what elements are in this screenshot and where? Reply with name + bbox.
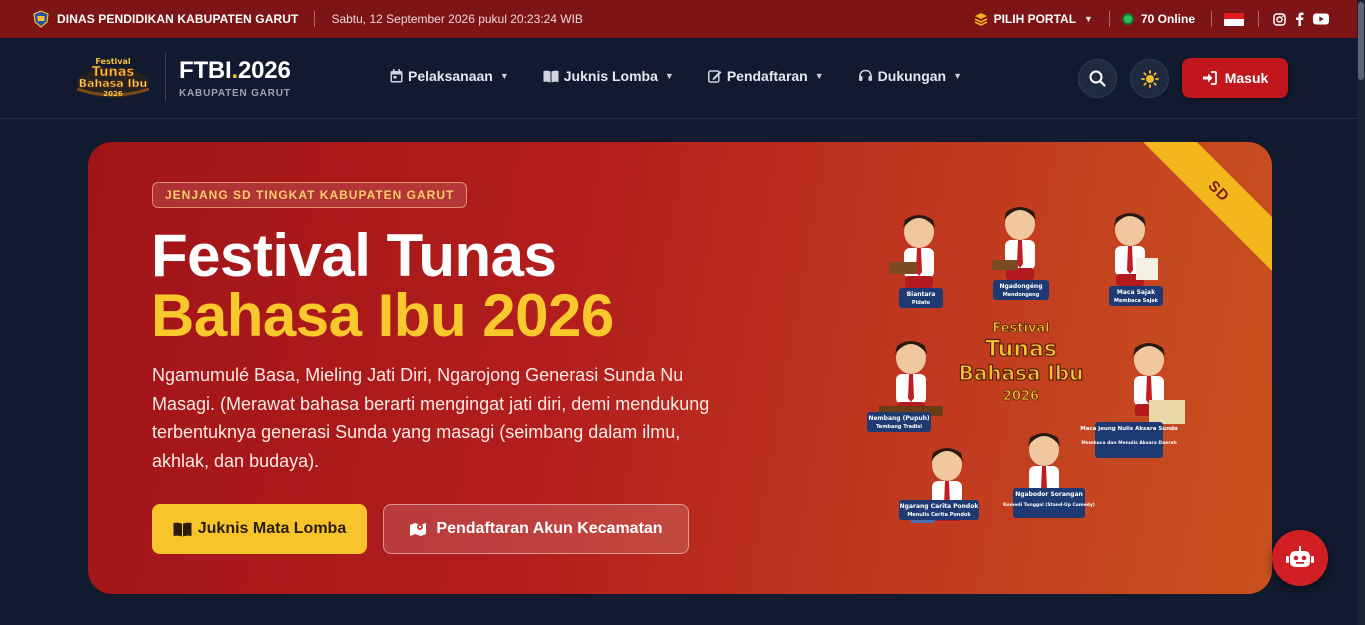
chevron-down-icon: ▼: [1084, 14, 1093, 24]
online-status-icon: [1121, 13, 1134, 25]
book-icon: [173, 522, 192, 536]
login-button[interactable]: Masuk: [1182, 58, 1288, 98]
label-aksara-sub: Membaca dan Menulis Aksara Daerah: [1081, 440, 1176, 446]
divider: [314, 11, 316, 27]
label-ngadongeng: Ngadongéng: [1000, 283, 1043, 290]
menu-label: Dukungan: [877, 68, 947, 84]
robot-icon: [1286, 546, 1314, 567]
menu-pendaftaran[interactable]: Pendaftaran ▼: [707, 68, 824, 84]
label-nembang: Nembang (Pupuh): [868, 415, 930, 422]
divider: [1108, 11, 1110, 27]
calendar-icon: [390, 69, 403, 83]
instagram-icon[interactable]: [1273, 12, 1286, 26]
menu-juknis-lomba[interactable]: Juknis Lomba ▼: [543, 68, 674, 84]
agency-name: DINAS PENDIDIKAN KABUPATEN GARUT: [57, 12, 299, 26]
label-carpon-sub: Menulis Cerita Pondok: [907, 512, 971, 518]
juknis-label: Juknis Mata Lomba: [197, 520, 347, 537]
headset-icon: [858, 69, 873, 83]
indonesia-flag-icon[interactable]: [1224, 12, 1244, 26]
theme-toggle-button[interactable]: [1130, 59, 1169, 98]
illus-tunas-text: Tunas: [985, 337, 1057, 362]
menu-label: Pendaftaran: [726, 68, 808, 84]
online-label: 70 Online: [1140, 12, 1195, 26]
login-label: Masuk: [1224, 70, 1269, 86]
festival-illustration: Festival Tunas Bahasa Ibu 2026 Biantara …: [867, 207, 1185, 523]
datetime-text: Sabtu, 12 September 2026 pukul 20:23:24 …: [331, 12, 583, 26]
label-maca-sajak: Maca Sajak: [1117, 289, 1156, 296]
label-ngabodor: Ngabodor Sorangan: [1015, 491, 1083, 498]
brand-title: FTBI.2026: [179, 57, 291, 84]
chevron-down-icon: ▼: [664, 71, 674, 81]
menu-pelaksanaan[interactable]: Pelaksanaan ▼: [390, 68, 509, 84]
facebook-icon[interactable]: [1295, 12, 1304, 26]
sign-in-icon: [1202, 71, 1217, 85]
label-biantara: Biantara: [907, 291, 936, 298]
social-links: [1273, 12, 1329, 26]
hero-title-line2: Bahasa Ibu 2026: [151, 282, 614, 349]
map-icon: [410, 523, 427, 536]
label-biantara-sub: Pidato: [912, 300, 931, 306]
illus-festival-text: Festival: [992, 321, 1049, 336]
youtube-icon[interactable]: [1313, 13, 1329, 25]
logo-divider: [165, 53, 166, 101]
register-district-button[interactable]: Pendaftaran Akun Kecamatan: [383, 504, 689, 554]
menu-dukungan[interactable]: Dukungan ▼: [858, 68, 962, 84]
logo-year-text: 2026: [103, 90, 123, 98]
portal-label: PILIH PORTAL: [993, 12, 1077, 26]
menu-label: Juknis Lomba: [563, 68, 658, 84]
layers-icon: [974, 13, 987, 26]
divider: [1258, 11, 1259, 27]
register-label: Pendaftaran Akun Kecamatan: [436, 520, 663, 537]
top-bar: DINAS PENDIDIKAN KABUPATEN GARUT Sabtu, …: [0, 0, 1357, 38]
edit-icon: [707, 69, 722, 83]
sun-icon: [1140, 69, 1159, 88]
scrollbar-thumb[interactable]: [1358, 2, 1364, 80]
search-button[interactable]: [1078, 59, 1117, 98]
chatbot-button[interactable]: [1272, 530, 1328, 586]
label-ngadongeng-sub: Mendongeng: [1003, 292, 1040, 298]
label-carpon: Ngarang Carita Pondok: [900, 503, 980, 510]
label-aksara: Maca jeung Nulis Aksara Sunda: [1080, 426, 1178, 432]
brand-block[interactable]: FTBI.2026 KABUPATEN GARUT: [179, 57, 291, 100]
illus-year-text: 2026: [1003, 389, 1039, 404]
chevron-down-icon: ▼: [499, 71, 509, 81]
crest-icon: [33, 10, 49, 28]
hero-description: Ngamumulé Basa, Mieling Jati Diri, Ngaro…: [152, 365, 710, 471]
hero-title-line1: Festival Tunas: [151, 222, 557, 289]
online-counter: 70 Online: [1121, 12, 1195, 26]
juknis-button[interactable]: Juknis Mata Lomba: [152, 504, 367, 554]
scrollbar[interactable]: [1357, 0, 1365, 625]
ftbi-logo[interactable]: Festival Tunas Bahasa Ibu 2026: [73, 55, 153, 101]
divider: [1211, 11, 1212, 27]
main-menu: Pelaksanaan ▼ Juknis Lomba ▼ Pendaftaran…: [390, 68, 996, 84]
search-icon: [1089, 70, 1106, 87]
chevron-down-icon: ▼: [814, 71, 824, 81]
illus-bahasa-text: Bahasa Ibu: [959, 361, 1084, 385]
book-icon: [543, 70, 559, 83]
portal-dropdown[interactable]: PILIH PORTAL ▼: [974, 12, 1093, 26]
menu-label: Pelaksanaan: [408, 68, 493, 84]
label-ngabodor-sub: Komedi Tunggal (Stand-Up Comedy): [1003, 502, 1095, 508]
label-maca-sajak-sub: Membaca Sajak: [1114, 298, 1159, 304]
chevron-down-icon: ▼: [953, 71, 963, 81]
label-nembang-sub: Tembang Tradisi: [876, 424, 922, 430]
brand-subtitle: KABUPATEN GARUT: [179, 88, 291, 99]
level-badge: JENJANG SD TINGKAT KABUPATEN GARUT: [152, 182, 468, 208]
logo-bahasa-text: Bahasa Ibu: [79, 77, 148, 90]
hero-banner: SD JENJANG SD TINGKAT KABUPATEN GARUT Fe…: [88, 142, 1272, 594]
